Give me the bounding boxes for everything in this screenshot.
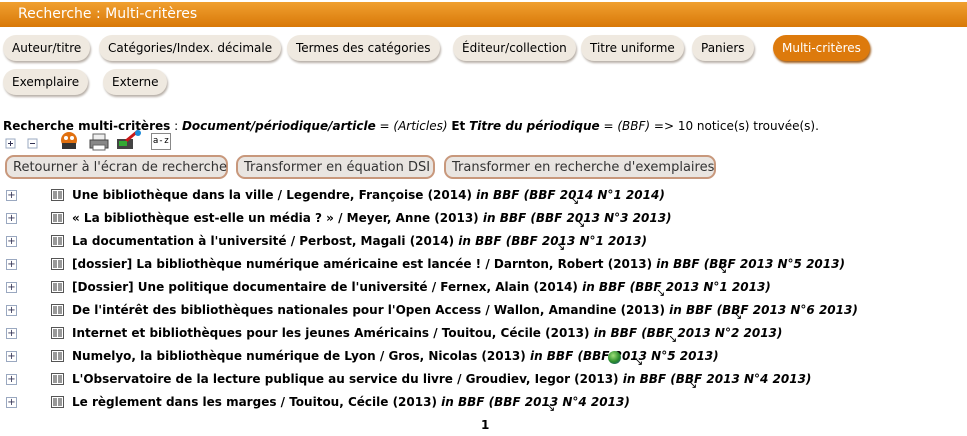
sort-icon[interactable]: a-z xyxy=(151,133,171,150)
result-title: Numelyo, la bibliothèque numérique de Ly… xyxy=(72,349,526,363)
expand-all-icon[interactable] xyxy=(5,138,23,153)
result-title: [dossier] La bibliothèque numérique amér… xyxy=(72,257,653,271)
document-icon xyxy=(51,189,64,201)
result-row: + La documentation à l'université / Perbo… xyxy=(0,232,967,254)
result-title: « La bibliothèque est-elle un média ? » … xyxy=(72,211,479,225)
document-icon xyxy=(51,396,64,408)
arrow-icon[interactable]: ↘ xyxy=(546,401,555,414)
summary-intro: Recherche multi-critères xyxy=(3,119,171,133)
expand-icon[interactable]: + xyxy=(6,397,17,408)
document-icon xyxy=(51,258,64,270)
tab-multi-criteres[interactable]: Multi-critères xyxy=(773,35,870,61)
tab-editeur-collection[interactable]: Éditeur/collection xyxy=(453,35,576,61)
arrow-icon[interactable]: ↘ xyxy=(656,286,665,299)
result-title: De l'intérêt des bibliothèques nationale… xyxy=(72,303,665,317)
tab-externe[interactable]: Externe xyxy=(103,69,168,95)
expand-icon[interactable]: + xyxy=(6,259,17,270)
result-row: + [dossier] La bibliothèque numérique amé… xyxy=(0,255,967,277)
result-title: Internet et bibliothèques pour les jeune… xyxy=(72,326,590,340)
result-row: + L'Observatoire de la lecture publique a… xyxy=(0,370,967,392)
copies-search-button[interactable]: Transformer en recherche d'exemplaires xyxy=(444,155,716,179)
result-title: Le règlement dans les marges / Touitou, … xyxy=(72,395,437,409)
summary-value1: = (Articles) xyxy=(375,119,452,133)
tab-paniers[interactable]: Paniers xyxy=(692,35,754,61)
result-text[interactable]: [Dossier] Une politique documentaire de … xyxy=(72,280,771,294)
expand-icon[interactable]: + xyxy=(6,305,17,316)
result-row: + De l'intérêt des bibliothèques national… xyxy=(0,301,967,323)
arrow-icon[interactable]: ↘ xyxy=(570,194,579,207)
expand-icon[interactable]: + xyxy=(6,236,17,247)
result-row: + « La bibliothèque est-elle un média ? »… xyxy=(0,209,967,231)
result-title: Une bibliothèque dans la ville / Legendr… xyxy=(72,188,472,202)
expand-icon[interactable]: + xyxy=(6,190,17,201)
document-icon xyxy=(51,350,64,362)
arrow-icon[interactable]: ↘ xyxy=(576,217,585,230)
pagination-current[interactable]: 1 xyxy=(481,418,489,432)
result-source: in BBF (BBF 2013 N°4 2013) xyxy=(441,395,630,409)
result-source: in BBF (BBF 2013 N°5 2013) xyxy=(656,257,845,271)
tab-termes-categories[interactable]: Termes des catégories xyxy=(287,35,440,61)
result-row: + [Dossier] Une politique documentaire de… xyxy=(0,278,967,300)
print-icon[interactable] xyxy=(88,133,110,154)
arrow-icon[interactable]: ↘ xyxy=(668,332,677,345)
expand-icon[interactable]: + xyxy=(6,374,17,385)
result-source: in BBF (BBF 2013 N°1 2013) xyxy=(458,234,647,248)
document-icon xyxy=(51,373,64,385)
arrow-icon[interactable]: ↘ xyxy=(556,240,565,253)
summary-field1: Document/périodique/article xyxy=(181,119,376,133)
result-row: + Une bibliothèque dans la ville / Legend… xyxy=(0,186,967,208)
arrow-icon[interactable]: ↘ xyxy=(733,309,742,322)
result-source: in BBF (BBF 2013 N°1 2013) xyxy=(582,280,771,294)
result-source: in BBF (BBF 2013 N°2 2013) xyxy=(593,326,783,340)
summary-colon: : xyxy=(170,119,182,133)
document-icon xyxy=(51,212,64,224)
arrow-icon[interactable]: ↘ xyxy=(634,355,643,368)
expand-icon[interactable]: + xyxy=(6,328,17,339)
document-icon xyxy=(51,235,64,247)
tab-titre-uniforme[interactable]: Titre uniforme xyxy=(581,35,684,61)
document-icon xyxy=(51,304,64,316)
result-row: + Internet et bibliothèques pour les jeun… xyxy=(0,324,967,346)
document-icon xyxy=(51,327,64,339)
tab-auteur-titre[interactable]: Auteur/titre xyxy=(3,35,91,61)
result-row: + Numelyo, la bibliothèque numérique de L… xyxy=(0,347,967,369)
result-title: [Dossier] Une politique documentaire de … xyxy=(72,280,578,294)
globe-icon[interactable] xyxy=(608,351,621,364)
expand-icon[interactable]: + xyxy=(6,351,17,362)
back-to-search-button[interactable]: Retourner à l'écran de recherche xyxy=(5,155,228,179)
summary-operator: Et xyxy=(451,119,466,133)
dsi-equation-button[interactable]: Transformer en équation DSI xyxy=(236,155,435,179)
basket-icon[interactable] xyxy=(58,131,80,154)
expand-icon[interactable]: + xyxy=(6,282,17,293)
tab-categories-index[interactable]: Catégories/Index. décimale xyxy=(99,35,282,61)
summary-field2: Titre du périodique xyxy=(469,119,600,133)
result-text[interactable]: L'Observatoire de la lecture publique au… xyxy=(72,372,811,386)
result-text[interactable]: Numelyo, la bibliothèque numérique de Ly… xyxy=(72,349,719,363)
export-icon[interactable] xyxy=(116,129,142,154)
summary-value2: = (BBF) xyxy=(599,119,651,133)
tab-exemplaire[interactable]: Exemplaire xyxy=(3,69,89,95)
summary-result-count: => 10 notice(s) trouvée(s). xyxy=(650,119,819,133)
collapse-all-icon[interactable] xyxy=(27,138,45,153)
result-source: in BBF (BBF 2013 N°5 2013) xyxy=(529,349,719,363)
page-title: Recherche : Multi-critères xyxy=(18,6,198,22)
result-title: L'Observatoire de la lecture publique au… xyxy=(72,372,619,386)
result-row: + Le règlement dans les marges / Touitou,… xyxy=(0,393,967,415)
result-source: in BBF (BBF 2013 N°4 2013) xyxy=(622,372,812,386)
result-title: La documentation à l'université / Perbos… xyxy=(72,234,455,248)
arrow-icon[interactable]: ↘ xyxy=(718,263,727,276)
expand-icon[interactable]: + xyxy=(6,213,17,224)
document-icon xyxy=(51,281,64,293)
result-source: in BBF (BBF 2013 N°6 2013) xyxy=(669,303,858,317)
arrow-icon[interactable]: ↘ xyxy=(688,378,697,391)
result-text[interactable]: [dossier] La bibliothèque numérique amér… xyxy=(72,257,845,271)
page-header: Recherche : Multi-critères xyxy=(0,2,967,27)
